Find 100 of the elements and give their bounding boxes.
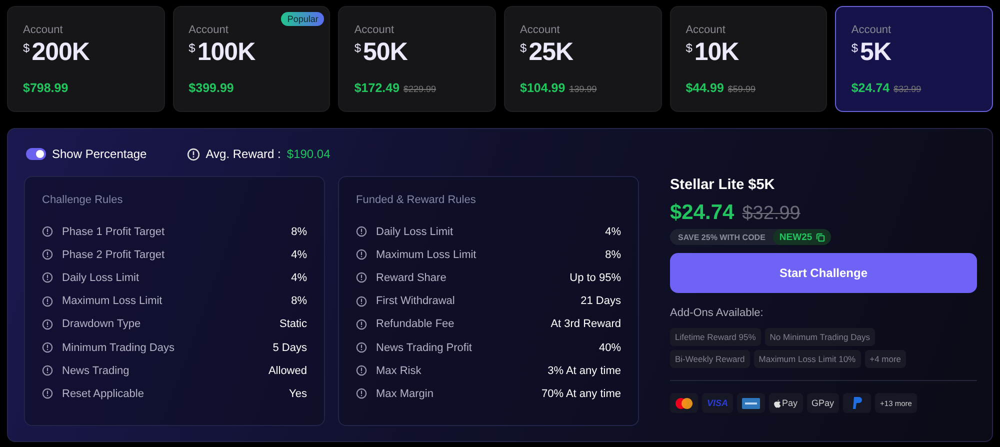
mastercard-icon (675, 398, 693, 408)
account-card[interactable]: Account $25K $104.99 139.99 (504, 6, 662, 112)
currency-sign: $ (686, 41, 692, 55)
currency-sign: $ (851, 41, 858, 55)
avg-reward-label: Avg. Reward : (206, 147, 281, 161)
info-icon (42, 342, 53, 354)
price: $172.49 (354, 81, 400, 95)
addon-tag: +4 more (864, 350, 906, 368)
rule-value: 40% (598, 342, 621, 354)
toggle-switch[interactable] (26, 148, 46, 160)
rule-value: 8% (291, 226, 307, 238)
account-card[interactable]: Account $10K $44.99 $59.99 (670, 6, 828, 112)
addon-tag: Lifetime Reward 95% (670, 328, 761, 346)
amex-icon (742, 398, 760, 408)
rule-value: Static (279, 318, 307, 330)
addon-tag: No Minimum Trading Days (764, 328, 875, 346)
account-size: 100K (197, 38, 256, 67)
currency-sign: $ (23, 41, 30, 55)
plan-price: $24.74 (670, 201, 734, 225)
price: $44.99 (686, 81, 724, 95)
rule-label: Drawdown Type (62, 318, 142, 330)
rule-label: News Trading Profit (376, 342, 473, 354)
rule-value: 5 Days (272, 342, 307, 354)
account-size: 200K (32, 38, 90, 67)
account-label: Account (686, 24, 726, 36)
rule-value: 4% (291, 272, 307, 284)
currency-sign: $ (188, 41, 196, 55)
info-icon (356, 226, 367, 238)
rule-label: News Trading (62, 364, 130, 377)
account-card[interactable]: Account $50K $172.49 $229.99 (338, 6, 496, 112)
copy-icon (816, 232, 826, 242)
account-size: 25K (528, 38, 574, 67)
old-price: $59.99 (728, 84, 756, 94)
visa-badge: VISA (702, 393, 734, 413)
rule-label: Maximum Loss Limit (62, 295, 164, 308)
info-icon (42, 226, 53, 238)
info-icon (42, 296, 53, 307)
rule-label: Phase 1 Profit Target (62, 226, 166, 238)
info-icon (42, 249, 53, 260)
rule-value: Yes (289, 388, 307, 400)
info-icon (356, 318, 367, 330)
rule-value: Allowed (268, 364, 307, 377)
info-icon (356, 249, 367, 260)
rule-label: Reward Share (376, 272, 448, 284)
apple-pay-badge: Pay (769, 393, 803, 413)
rule-value: At 3rd Reward (550, 318, 621, 330)
rules-title: Funded & Reward Rules (356, 194, 477, 206)
currency-sign: $ (354, 41, 362, 55)
rules-title: Challenge Rules (42, 194, 124, 206)
rule-label: Refundable Fee (376, 318, 456, 330)
rule-label: Daily Loss Limit (376, 226, 454, 238)
promo-code[interactable]: NEW25 (773, 229, 832, 245)
info-icon (356, 388, 367, 400)
info-icon (356, 272, 367, 284)
info-icon (356, 296, 367, 307)
account-card[interactable]: Popular Account $100K $399.99 (172, 6, 330, 112)
account-card[interactable]: Account $5K $24.74 $32.99 (835, 6, 994, 112)
rule-label: First Withdrawal (376, 295, 456, 308)
account-label: Account (23, 24, 64, 36)
addon-tag: Maximum Loss Limit 10% (754, 350, 861, 368)
addon-tag: Bi-Weekly Reward (670, 350, 750, 368)
account-label: Account (354, 24, 396, 36)
rule-value: 3% At any time (548, 364, 621, 377)
rule-value: 8% (291, 295, 307, 308)
avg-reward-value: $190.04 (286, 147, 330, 161)
account-card[interactable]: Account $200K $798.99 (7, 6, 165, 112)
price: $24.74 (851, 81, 890, 95)
old-price: $32.99 (894, 84, 922, 94)
rule-label: Max Margin (376, 388, 434, 400)
price: $104.99 (520, 81, 566, 95)
account-label: Account (851, 24, 892, 36)
rule-value: 4% (605, 226, 621, 238)
rule-label: Daily Loss Limit (62, 272, 140, 284)
info-icon (42, 272, 53, 284)
start-challenge-button[interactable]: Start Challenge (670, 253, 977, 293)
account-size: 10K (694, 38, 739, 67)
price: $798.99 (23, 81, 68, 95)
rule-value: 4% (291, 248, 307, 261)
info-icon (42, 365, 53, 376)
account-label: Account (188, 24, 230, 36)
addons-title: Add-Ons Available: (670, 307, 764, 319)
google-pay-badge: GPay (806, 393, 840, 413)
info-icon (186, 148, 200, 160)
rule-value: 21 Days (580, 295, 621, 308)
account-label: Account (520, 24, 561, 36)
info-icon (356, 342, 367, 354)
info-icon (42, 318, 53, 330)
paypal-icon (852, 397, 862, 409)
rule-label: Reset Applicable (62, 388, 145, 400)
rule-label: Maximum Loss Limit (376, 248, 478, 261)
old-price: 139.99 (569, 84, 597, 94)
popular-badge: Popular (281, 12, 324, 26)
rule-value: 8% (605, 248, 621, 261)
show-percentage-toggle[interactable]: Show Percentage (26, 147, 147, 161)
rule-label: Minimum Trading Days (62, 342, 176, 354)
rule-label: Phase 2 Profit Target (62, 248, 166, 261)
info-icon (356, 365, 367, 376)
plan-old-price: $32.99 (742, 203, 800, 225)
price: $399.99 (188, 81, 234, 95)
account-size: 50K (363, 38, 408, 67)
